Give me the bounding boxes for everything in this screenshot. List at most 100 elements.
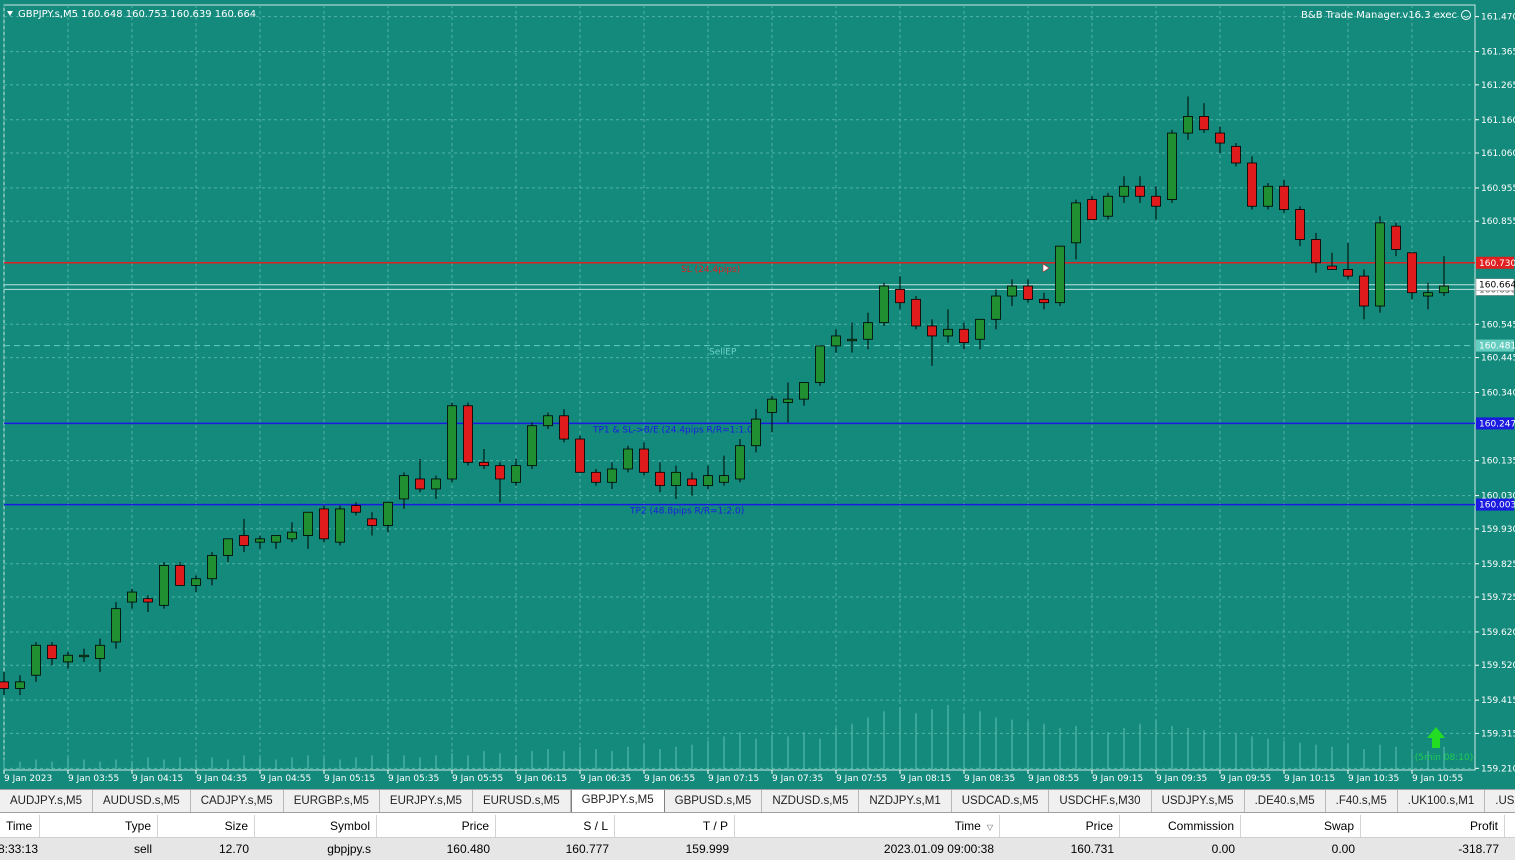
sl-level-label: SL (24.4pips): [681, 265, 740, 275]
tab-f40-s-m5[interactable]: .F40.s,M5: [1326, 790, 1398, 812]
y-tick-label: 159.620: [1481, 628, 1515, 638]
price-chart[interactable]: SL (24.4pips) SellEP TP1 & SL->B/E (24.4pi…: [0, 0, 1515, 789]
x-tick-label: 9 Jan 10:15: [1284, 774, 1335, 784]
tab-usdjpy-s-m5[interactable]: USDJPY.s,M5: [1152, 790, 1245, 812]
y-tick-label: 161.160: [1481, 116, 1515, 126]
bear-candle: [959, 328, 969, 343]
y-tick-label: 160.955: [1481, 184, 1515, 194]
cell-close-price: 160.731: [1070, 842, 1114, 856]
tab-usdcad-s-m5[interactable]: USDCAD.s,M5: [952, 790, 1050, 812]
tab-audjpy-s-m5[interactable]: AUDJPY.s,M5: [0, 790, 94, 812]
symbol-tab-bar: AUDJPY.s,M5 AUDUSD.s,M5 CADJPY.s,M5 EURGBP.…: [0, 789, 1515, 813]
bear-candle: [1231, 145, 1241, 164]
col-header-commission[interactable]: Commission: [1120, 815, 1241, 837]
cell-tp: 159.999: [685, 842, 729, 856]
y-tick-label: 159.930: [1481, 525, 1515, 535]
tab-gbpjpy-s-m5[interactable]: GBPJPY.s,M5: [570, 790, 665, 812]
y-tick-label: 160.855: [1481, 217, 1515, 227]
trade-table: Time Type Size Symbol Price S / LT / P Time ▽ Pr…: [0, 815, 1515, 862]
tab-us[interactable]: .US: [1485, 790, 1515, 812]
cell-swap: 0.00: [1331, 842, 1355, 856]
bull-candle: [1119, 185, 1129, 197]
col-header-price[interactable]: Price: [377, 815, 496, 837]
bull-candle: [255, 538, 265, 543]
col-header-swap[interactable]: Swap: [1241, 815, 1361, 837]
x-tick-label: 9 Jan 05:35: [388, 774, 439, 784]
bull-candle: [671, 471, 681, 487]
bull-candle: [975, 318, 985, 340]
tab-uk100-s-m1[interactable]: .UK100.s,M1: [1398, 790, 1486, 812]
bull-candle: [719, 475, 729, 483]
tab-eurusd-s-m5[interactable]: EURUSD.s,M5: [473, 790, 571, 812]
bear-candle: [1279, 185, 1289, 210]
col-header-profit[interactable]: Profit: [1361, 815, 1505, 837]
col-header-type[interactable]: Type: [40, 815, 158, 837]
x-tick-label: 9 Jan 06:15: [516, 774, 567, 784]
bull-candle: [623, 448, 633, 470]
tab-eurgbp-s-m5[interactable]: EURGBP.s,M5: [284, 790, 380, 812]
bear-candle: [1135, 185, 1145, 197]
col-header-tp[interactable]: T / P: [615, 815, 735, 837]
bull-candle: [511, 465, 521, 483]
chart-canvas[interactable]: SL (24.4pips) SellEP TP1 & SL->B/E (24.4pi…: [0, 0, 1515, 789]
bear-candle: [687, 478, 697, 487]
tab-eurjpy-s-m5[interactable]: EURJPY.s,M5: [380, 790, 473, 812]
bull-candle: [543, 415, 553, 427]
bear-candle: [1311, 239, 1321, 264]
col-header-sl[interactable]: S / L: [496, 815, 615, 837]
tab-usdchf-s-m30[interactable]: USDCHF.s,M30: [1049, 790, 1152, 812]
bull-candle: [335, 508, 345, 543]
bull-candle: [703, 475, 713, 487]
tab-gbpusd-s-m5[interactable]: GBPUSD.s,M5: [665, 790, 763, 812]
bull-candle: [735, 445, 745, 480]
tab-audusd-s-m5[interactable]: AUDUSD.s,M5: [93, 790, 191, 812]
bid-price-tag: 160.664: [1479, 281, 1515, 291]
x-tick-label: 9 Jan 08:55: [1028, 774, 1079, 784]
cell-sl: 160.777: [565, 842, 609, 856]
bear-candle: [1087, 199, 1097, 220]
bull-candle: [79, 654, 89, 658]
bull-candle: [767, 398, 777, 413]
bear-candle: [175, 565, 185, 586]
bull-candle: [1167, 132, 1177, 200]
bear-candle: [1023, 285, 1033, 300]
cell-close-time: 2023.01.09 09:00:38: [883, 842, 994, 856]
bear-candle: [479, 461, 489, 467]
table-row[interactable]: 8:33:13 sell 12.70 gbpjpy.s 160.480 160.777 15…: [0, 838, 1515, 860]
bull-candle: [831, 335, 841, 347]
col-header-size[interactable]: Size: [158, 815, 255, 837]
ea-label: B&B Trade Manager.v16.3 exec: [1301, 10, 1457, 21]
tab-nzdusd-s-m5[interactable]: NZDUSD.s,M5: [762, 790, 860, 812]
bear-candle: [143, 598, 153, 603]
col-header-time[interactable]: Time: [0, 815, 40, 837]
cell-commission: 0.00: [1211, 842, 1235, 856]
tab-de40-s-m5[interactable]: .DE40.s,M5: [1245, 790, 1326, 812]
bull-candle: [815, 345, 825, 383]
bear-candle: [1151, 195, 1161, 207]
bear-candle: [559, 415, 569, 440]
x-tick-label: 9 Jan 05:55: [452, 774, 503, 784]
bear-candle: [927, 325, 937, 337]
y-tick-label: 161.470: [1481, 13, 1515, 23]
up-arrow-icon: [1427, 727, 1445, 748]
bull-candle: [207, 555, 217, 580]
bull-candle: [1439, 285, 1449, 294]
cell-symbol: gbpjpy.s: [327, 842, 371, 856]
bear-candle: [895, 288, 905, 304]
bear-candle: [1407, 252, 1417, 294]
bear-candle: [367, 518, 377, 526]
y-tick-label: 159.725: [1481, 593, 1515, 603]
bear-candle: [1327, 265, 1337, 270]
bear-candle: [47, 644, 57, 659]
tab-nzdjpy-s-m1[interactable]: NZDJPY.s,M1: [859, 790, 952, 812]
bull-candle: [1423, 292, 1433, 297]
smiley-icon: [1461, 10, 1471, 20]
col-header-close-time[interactable]: Time ▽: [735, 815, 1000, 837]
col-header-close-price[interactable]: Price: [1000, 815, 1120, 837]
cell-price: 160.480: [446, 842, 490, 856]
bear-candle: [911, 298, 921, 327]
col-header-symbol[interactable]: Symbol: [255, 815, 377, 837]
bear-candle: [639, 448, 649, 473]
tab-cadjpy-s-m5[interactable]: CADJPY.s,M5: [191, 790, 284, 812]
bear-candle: [591, 471, 601, 483]
